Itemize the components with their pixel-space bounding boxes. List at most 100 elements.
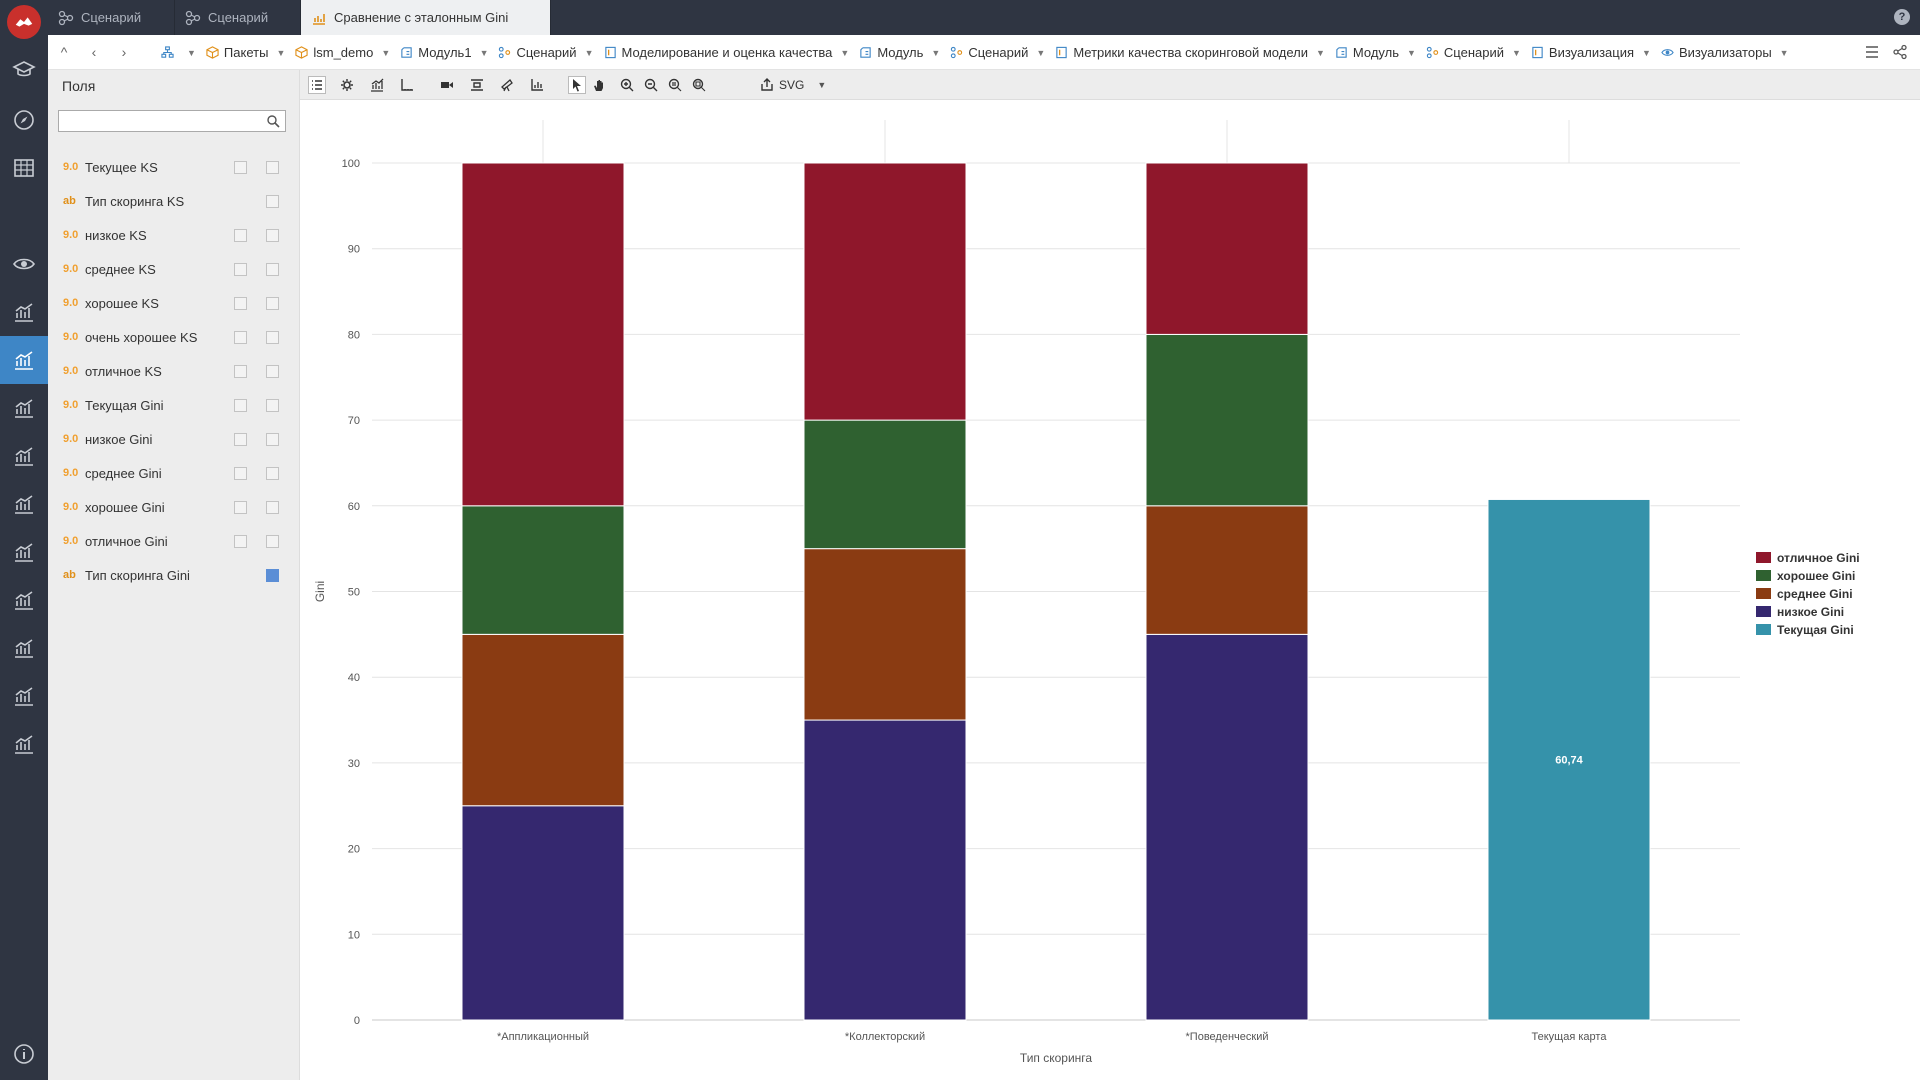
bar-segment[interactable] [1145,633,1309,1021]
field-item[interactable]: ab Тип скоринга Gini [48,558,300,592]
field-item[interactable]: 9.0 отличное Gini [48,524,300,558]
bar-segment[interactable] [461,162,625,507]
legend-label[interactable]: среднее Gini [1777,587,1853,601]
crumb-module[interactable]: Модуль ▼ [1330,35,1421,70]
bar-segment[interactable] [803,419,967,550]
bar-segment[interactable] [1145,162,1309,335]
bar-segment[interactable] [461,805,625,1021]
field-list-toggle-icon[interactable] [266,467,279,480]
rail-table-button[interactable] [0,144,48,192]
layout-button[interactable] [468,76,486,94]
field-list-toggle-icon[interactable] [266,501,279,514]
record-button[interactable] [438,76,456,94]
legend-label[interactable]: отличное Gini [1777,551,1860,565]
crumb-packages[interactable]: Пакеты ▼ [201,35,290,70]
nav-forward-button[interactable]: › [116,44,132,60]
settings-button[interactable] [338,76,356,94]
legend-swatch[interactable] [1756,606,1771,617]
zoom-reset-button[interactable] [666,76,684,94]
rail-chart-button[interactable] [0,528,48,576]
tab-gini-comparison[interactable]: Сравнение с эталонным Gini [301,0,551,35]
tab-scenario-2[interactable]: Сценарий [175,0,301,35]
legend-label[interactable]: низкое Gini [1777,605,1844,619]
nav-up-button[interactable]: ^ [56,44,72,60]
chevron-down-icon[interactable]: ▼ [817,80,826,90]
rail-navigator-button[interactable] [0,96,48,144]
bar-segment[interactable] [1145,505,1309,635]
help-icon[interactable]: ? [1894,9,1910,25]
nav-back-button[interactable]: ‹ [86,44,102,60]
field-list-toggle-icon[interactable] [266,535,279,548]
bar-segment[interactable] [1145,333,1309,507]
rail-chart-button[interactable] [0,576,48,624]
crumb-visualization[interactable]: Визуализация ▼ [1526,35,1656,70]
rail-info-button[interactable] [0,1030,48,1078]
crumb-lsm-demo[interactable]: lsm_demo ▼ [290,35,395,70]
field-list-toggle-icon[interactable] [266,331,279,344]
pan-tool-button[interactable] [590,76,608,94]
crumb-visualizers[interactable]: Визуализаторы ▼ [1656,35,1794,70]
share-icon[interactable] [1892,44,1908,60]
field-item[interactable]: 9.0 хорошее KS [48,286,300,320]
filter-icon[interactable] [234,229,247,242]
field-item[interactable]: 9.0 хорошее Gini [48,490,300,524]
field-item[interactable]: 9.0 низкое Gini [48,422,300,456]
select-tool-button[interactable] [568,76,586,94]
rail-chart-button[interactable] [0,720,48,768]
legend-label[interactable]: хорошее Gini [1777,569,1855,583]
bar-segment[interactable] [461,633,625,807]
bar-segment[interactable] [803,719,967,1021]
field-list-toggle-icon[interactable] [266,263,279,276]
field-list-toggle-icon[interactable] [266,433,279,446]
crumb-scenario[interactable]: Сценарий ▼ [493,35,598,70]
chart-options-button[interactable] [528,76,546,94]
legend-swatch[interactable] [1756,570,1771,581]
filter-icon[interactable] [234,535,247,548]
crumb-scenario[interactable]: Сценарий ▼ [1421,35,1526,70]
field-list-toggle-icon[interactable] [266,195,279,208]
rail-chart-button[interactable] [0,672,48,720]
filter-icon[interactable] [234,263,247,276]
crumb-module[interactable]: Модуль ▼ [854,35,945,70]
zoom-fit-button[interactable] [690,76,708,94]
crumb-scenario[interactable]: Сценарий ▼ [945,35,1050,70]
filter-icon[interactable] [234,365,247,378]
crumb-module1[interactable]: Модуль1 ▼ [395,35,493,70]
export-svg-button[interactable]: SVG ▼ [760,76,826,94]
tab-scenario-1[interactable]: Сценарий [48,0,175,35]
legend-swatch[interactable] [1756,624,1771,635]
field-item[interactable]: 9.0 среднее Gini [48,456,300,490]
rail-chart-button[interactable] [0,480,48,528]
fields-search-input[interactable] [58,110,286,132]
fields-toggle-button[interactable] [308,76,326,94]
legend-swatch[interactable] [1756,588,1771,599]
field-list-toggle-icon[interactable] [266,161,279,174]
field-item[interactable]: 9.0 Текущее KS [48,150,300,184]
bar-segment[interactable] [803,162,967,421]
axis-settings-button[interactable] [398,76,416,94]
field-item[interactable]: 9.0 отличное KS [48,354,300,388]
zoom-out-button[interactable] [642,76,660,94]
rail-chart-button[interactable] [0,432,48,480]
rail-learning-button[interactable] [0,46,48,94]
rail-chart-button[interactable] [0,384,48,432]
app-logo[interactable] [7,5,41,39]
field-item[interactable]: 9.0 среднее KS [48,252,300,286]
crumb-metrics[interactable]: Метрики качества скоринговой модели ▼ [1050,35,1330,70]
zoom-in-button[interactable] [618,76,636,94]
rail-visualizers-button[interactable] [0,240,48,288]
legend-label[interactable]: Текущая Gini [1777,623,1854,637]
legend-swatch[interactable] [1756,552,1771,563]
filter-icon[interactable] [234,501,247,514]
crumb-modeling[interactable]: Моделирование и оценка качества ▼ [599,35,855,70]
filter-icon[interactable] [234,399,247,412]
filter-icon[interactable] [234,161,247,174]
search-icon[interactable] [266,114,280,128]
rail-chart-button[interactable] [0,624,48,672]
field-item[interactable]: 9.0 низкое KS [48,218,300,252]
field-item[interactable]: ab Тип скоринга KS [48,184,300,218]
field-list-toggle-icon[interactable] [266,569,279,582]
filter-icon[interactable] [234,297,247,310]
filter-icon[interactable] [234,433,247,446]
filter-icon[interactable] [234,467,247,480]
